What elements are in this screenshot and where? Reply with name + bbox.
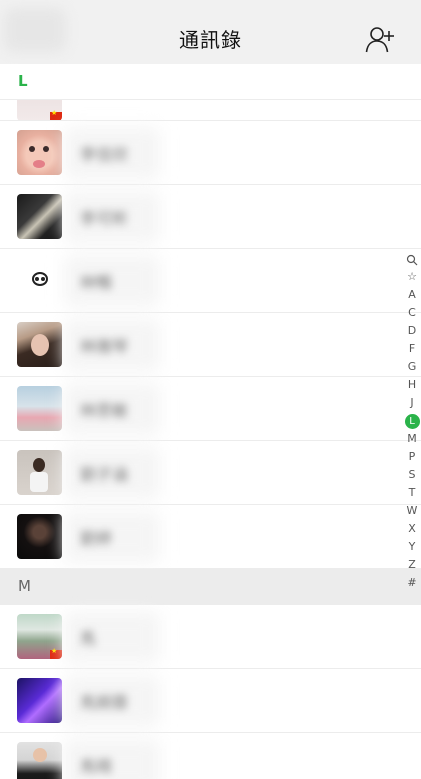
avatar [17,100,62,120]
contact-row[interactable]: 李可昕 [0,185,421,249]
index-letter-d[interactable]: D [403,322,421,340]
contact-row[interactable]: 馬晴 [0,733,421,779]
contact-row[interactable]: 李佳欣 [0,121,421,185]
avatar [17,450,62,495]
avatar [17,678,62,723]
contact-name: 馬婉蓉 [80,693,129,712]
contact-list[interactable]: L 李佳欣 李可昕 林暢 林雅琴 [0,64,421,779]
avatar [17,130,62,175]
contact-name: 李佳欣 [80,145,129,164]
contact-name: 劉子涵 [80,465,129,484]
index-letter-label: L [404,414,420,429]
index-star[interactable]: ☆ [403,268,421,286]
page-title: 通訊錄 [179,28,242,52]
index-letter-f[interactable]: F [403,340,421,358]
china-flag-icon [50,647,62,659]
index-letter-g[interactable]: G [403,358,421,376]
contact-name: 馬 [80,629,97,648]
contact-name: 林雅琴 [80,337,129,356]
index-letter-w[interactable]: W [403,502,421,520]
china-flag-icon [50,109,62,120]
avatar [17,386,62,431]
avatar [17,194,62,239]
avatar [17,322,62,367]
avatar [17,514,62,559]
contact-row[interactable]: 劉子涵 [0,441,421,505]
index-letter-z[interactable]: Z [403,556,421,574]
search-icon[interactable] [406,254,418,266]
contact-name: 林暢 [80,273,113,292]
contacts-screen: 通訊錄 L 李佳欣 李可昕 [0,0,421,779]
avatar [17,258,62,303]
contact-row[interactable]: 林暢 [0,249,421,313]
contact-name: 劉婷 [80,529,113,548]
index-letter-h[interactable]: H [403,376,421,394]
contact-row[interactable]: 劉婷 [0,505,421,569]
index-letter-t[interactable]: T [403,484,421,502]
contact-row[interactable] [0,100,421,121]
panda-icon [32,272,48,286]
contact-row[interactable]: 馬婉蓉 [0,669,421,733]
contact-name: 李可昕 [80,209,129,228]
contact-row[interactable]: 林思敏 [0,377,421,441]
index-letter-m[interactable]: M [403,430,421,448]
index-letter-x[interactable]: X [403,520,421,538]
contact-name: 林思敏 [80,401,129,420]
section-letter: M [18,577,31,595]
avatar [17,742,62,779]
index-letter-hash[interactable]: # [403,574,421,592]
avatar [17,614,62,659]
contact-row[interactable]: 馬 [0,605,421,669]
alphabet-index[interactable]: ☆ A C D F G H J L M P S T W X Y Z # [403,250,421,600]
contact-name: 馬晴 [80,757,113,776]
section-header-M: M [0,569,421,605]
contact-row[interactable]: 林雅琴 [0,313,421,377]
add-friend-icon[interactable] [365,24,395,54]
index-letter-l-active[interactable]: L [403,412,421,430]
section-header-L: L [0,64,421,100]
index-letter-p[interactable]: P [403,448,421,466]
index-letter-j[interactable]: J [403,394,421,412]
index-letter-s[interactable]: S [403,466,421,484]
index-letter-a[interactable]: A [403,286,421,304]
index-letter-c[interactable]: C [403,304,421,322]
nav-bar: 通訊錄 [0,0,421,64]
section-letter: L [18,72,28,90]
index-letter-y[interactable]: Y [403,538,421,556]
